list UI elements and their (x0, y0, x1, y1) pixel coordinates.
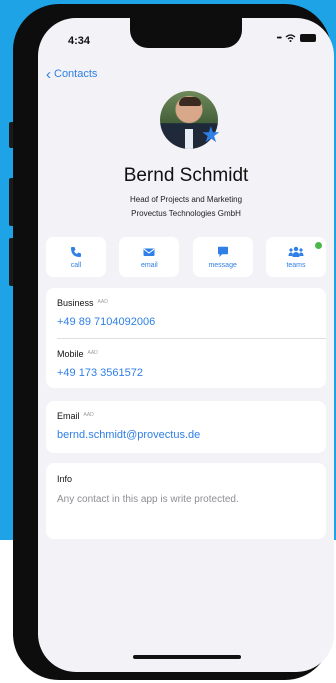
cellular-icon: ••• (276, 34, 282, 42)
divider (57, 338, 326, 339)
email-label: Email AAD (57, 411, 94, 421)
mail-icon (143, 248, 155, 256)
business-source-tag: AAD (97, 299, 108, 305)
email-label: email (140, 261, 158, 269)
call-label: call (70, 261, 82, 269)
email-value[interactable]: bernd.schmidt@provectus.de (57, 429, 200, 441)
back-button[interactable]: ‹ Contacts (46, 65, 98, 83)
mobile-phone-label: Mobile AAD (57, 349, 98, 359)
mobile-source-tag: AAD (87, 350, 98, 356)
status-icons: ••• (277, 34, 316, 42)
favorite-star-icon[interactable]: ★ (201, 124, 221, 146)
battery-icon (300, 34, 316, 42)
phone-card: Business AAD +49 89 7104092006 Mobile AAD … (46, 288, 326, 388)
status-time: 4:34 (68, 35, 91, 47)
phone-icon (71, 246, 81, 257)
teams-button[interactable]: teams (265, 237, 326, 277)
contact-title: Head of Projects and Marketing (129, 195, 243, 204)
mobile-phone-value[interactable]: +49 173 3561572 (57, 367, 143, 379)
call-button[interactable]: call (46, 237, 106, 277)
info-text: Any contact in this app is write protect… (57, 494, 239, 505)
wifi-icon (285, 34, 296, 42)
message-label: message (208, 261, 237, 269)
teams-label: teams (286, 261, 306, 269)
info-card: Info Any contact in this app is write pr… (46, 463, 326, 539)
phone-screen: 4:34 ••• ‹ Contacts ★ Bernd Schmidt Head… (38, 18, 334, 672)
notch (130, 18, 242, 48)
home-indicator[interactable] (133, 655, 241, 659)
business-phone-value[interactable]: +49 89 7104092006 (57, 316, 155, 328)
teams-icon (288, 246, 304, 257)
email-button[interactable]: email (119, 237, 180, 277)
email-source-tag: AAD (83, 412, 94, 418)
email-card: Email AAD bernd.schmidt@provectus.de (46, 401, 326, 453)
contact-name: Bernd Schmidt (123, 165, 249, 186)
chat-icon (217, 246, 228, 257)
quick-actions: call email message teams (46, 237, 326, 277)
info-label: Info (57, 474, 73, 484)
contact-company: Provectus Technologies GmbH (131, 209, 241, 218)
business-phone-label: Business AAD (57, 298, 108, 308)
chevron-left-icon: ‹ (46, 65, 51, 83)
back-label: Contacts (54, 68, 98, 80)
message-button[interactable]: message (192, 237, 253, 277)
presence-indicator (314, 242, 322, 249)
phone-frame: 4:34 ••• ‹ Contacts ★ Bernd Schmidt Head… (13, 4, 334, 680)
